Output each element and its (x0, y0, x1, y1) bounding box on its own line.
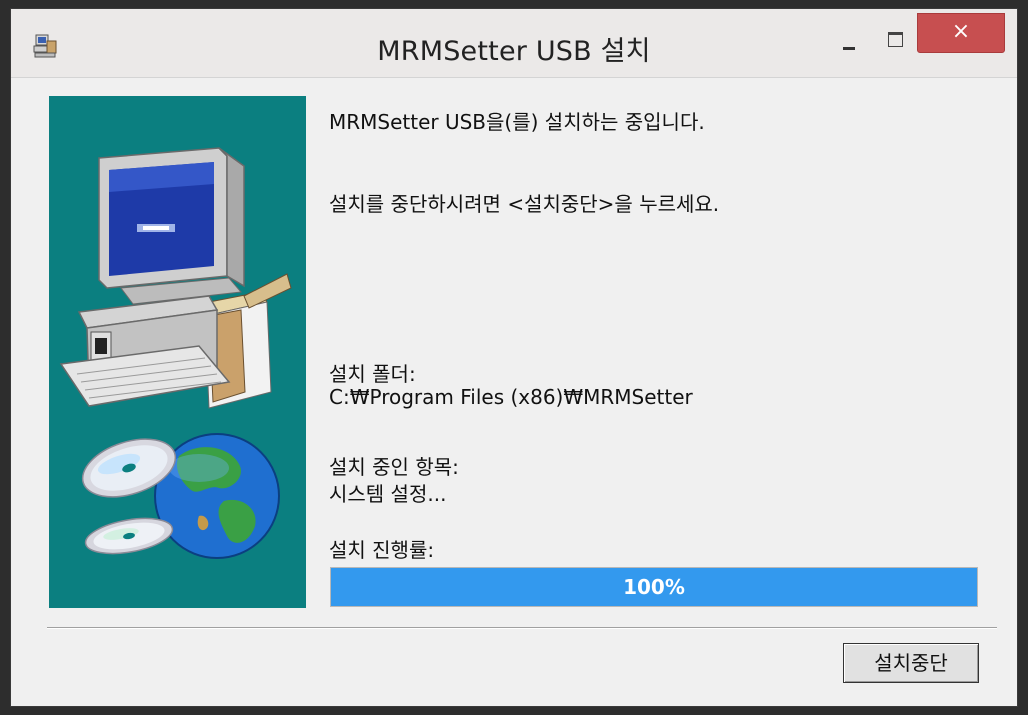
installer-illustration (49, 96, 306, 608)
install-folder-label: 설치 폴더: (329, 362, 416, 386)
close-icon: × (951, 19, 971, 44)
progress-percent: 100% (623, 575, 685, 599)
progress-label: 설치 진행률: (329, 538, 435, 562)
installer-window: MRMSetter USB 설치 × MRMSetter USB을(를) 설치하… (10, 8, 1018, 707)
cancel-install-button[interactable]: 설치중단 (843, 643, 979, 683)
current-item-value: 시스템 설정... (329, 482, 447, 506)
computer-illustration (59, 147, 292, 409)
title-bar[interactable]: MRMSetter USB 설치 × (11, 9, 1017, 77)
current-item-label: 설치 중인 항목: (329, 455, 459, 479)
footer-separator (47, 627, 997, 629)
globe-cd-illustration (81, 433, 280, 559)
status-message: MRMSetter USB을(를) 설치하는 중입니다. (329, 110, 705, 134)
progress-bar: 100% (330, 567, 978, 607)
cancel-instructions: 설치를 중단하시려면 <설치중단>을 누르세요. (329, 192, 720, 216)
install-folder-path: C:₩Program Files (x86)₩MRMSetter (329, 385, 693, 409)
maximize-button[interactable] (877, 23, 913, 57)
minimize-button[interactable] (831, 23, 867, 59)
close-button[interactable]: × (917, 13, 1005, 53)
dialog-body: MRMSetter USB을(를) 설치하는 중입니다. 설치를 중단하시려면 … (11, 77, 1017, 706)
